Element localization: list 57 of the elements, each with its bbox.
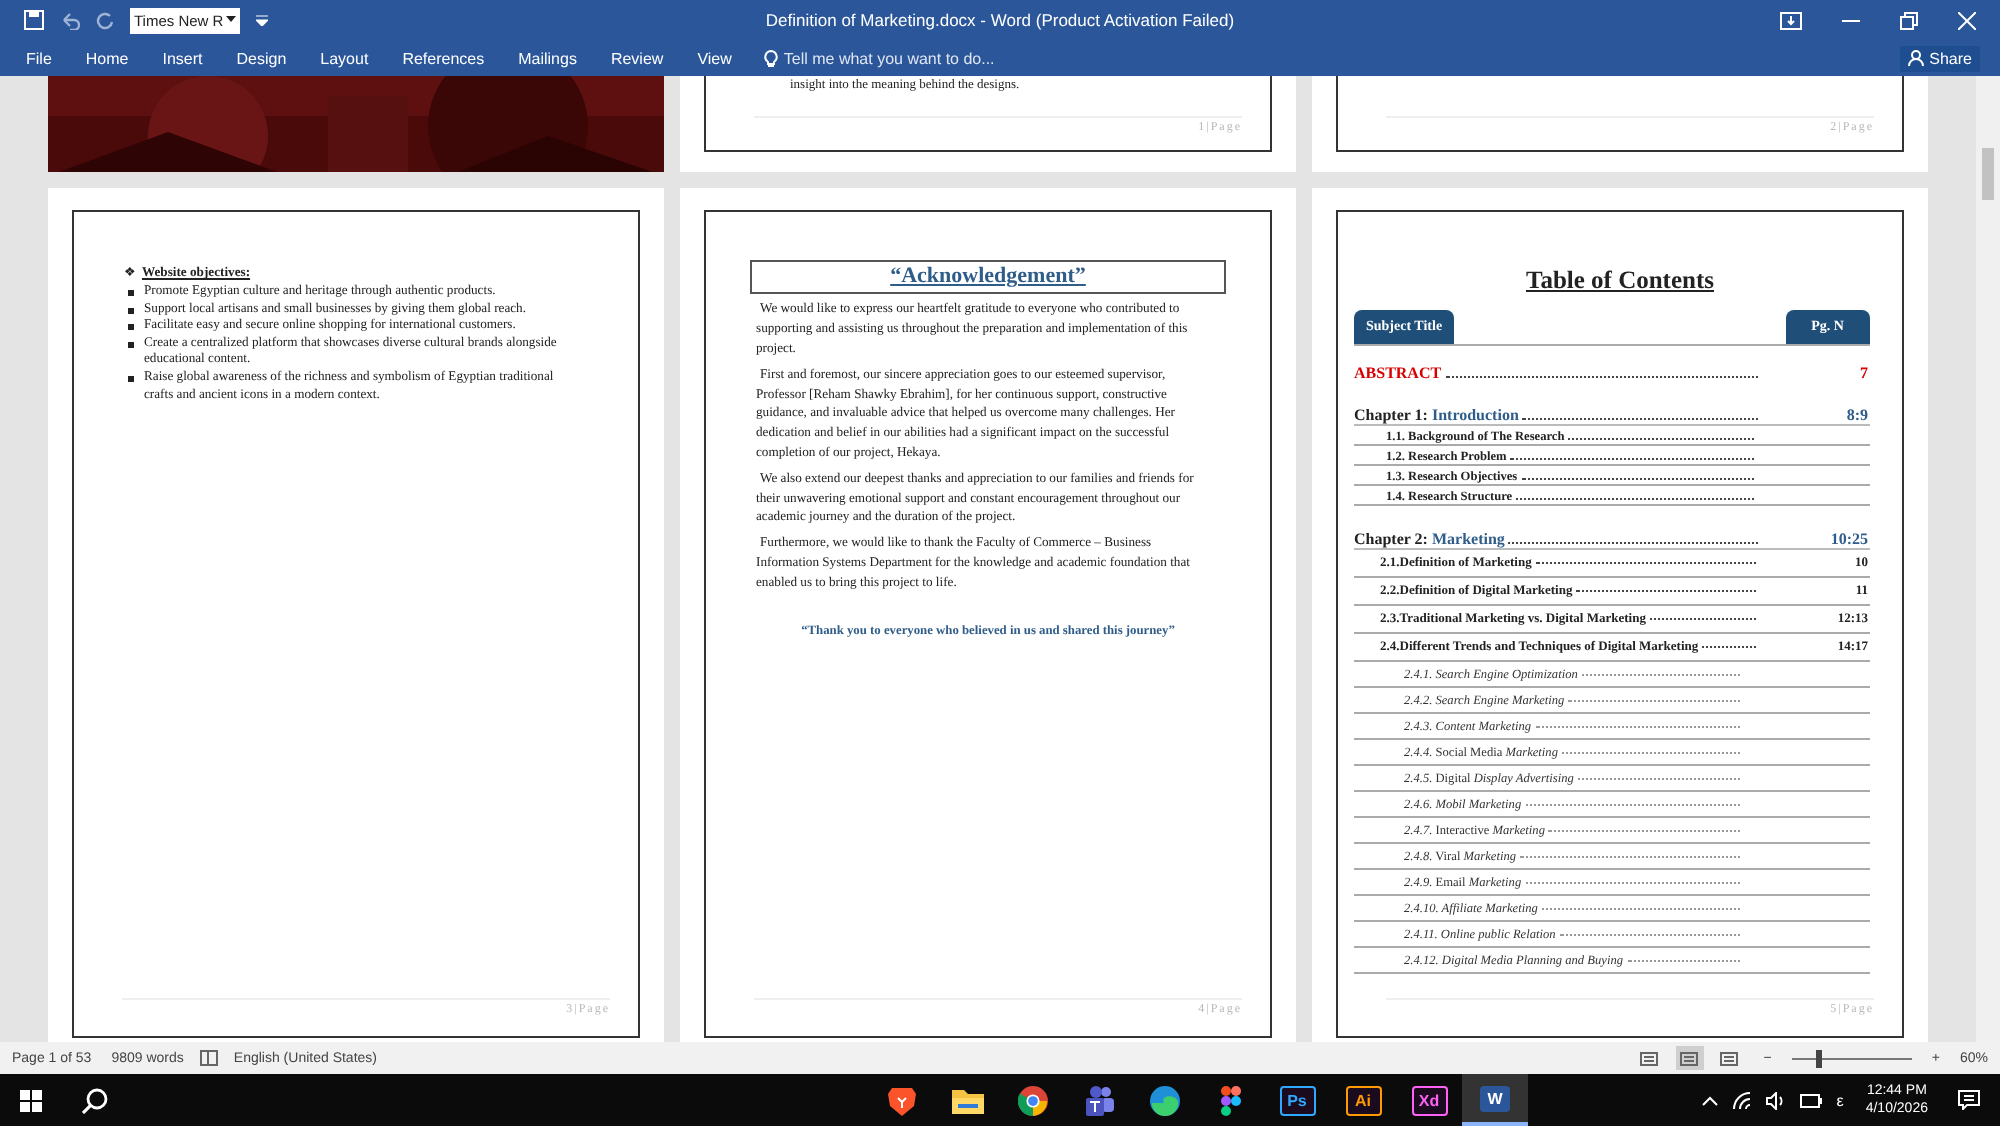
battery-icon[interactable] <box>1800 1093 1823 1107</box>
page-number: 10:25 <box>1830 530 1870 549</box>
restore-icon[interactable] <box>1900 11 1918 29</box>
search-icon[interactable] <box>82 1087 108 1113</box>
toc-entry[interactable]: Chapter 1: Introduction <box>1354 406 1519 425</box>
person-icon <box>1907 50 1924 66</box>
window-title: Definition of Marketing.docx - Word (Product Activation Failed) <box>763 10 1237 30</box>
scrollbar[interactable] <box>1976 76 2000 1042</box>
app-icon[interactable]: Ps <box>1279 1085 1315 1115</box>
heading: Table of Contents <box>1526 266 1714 295</box>
view-button[interactable] <box>1675 1046 1704 1070</box>
chevron-up-icon[interactable] <box>1702 1095 1719 1105</box>
bullet-icon <box>128 290 134 297</box>
ribbon-display-icon[interactable] <box>1780 11 1802 29</box>
view-button[interactable] <box>1715 1046 1744 1070</box>
dot-leader <box>1649 618 1756 621</box>
app-icon[interactable]: Ai <box>1345 1085 1381 1115</box>
app-icon[interactable]: Xd <box>1411 1085 1447 1115</box>
bullet-icon <box>128 341 134 348</box>
notification-icon[interactable] <box>1958 1090 1980 1110</box>
ribbon-tab[interactable]: Mailings <box>516 45 579 71</box>
minimize-icon[interactable] <box>1842 19 1860 21</box>
page-number: 7 <box>1860 364 1870 383</box>
ribbon-tab[interactable]: Insert <box>160 45 205 71</box>
ribbon-tab[interactable]: Home <box>83 45 131 71</box>
ribbon-tab[interactable]: References <box>400 45 487 71</box>
tell-me-field[interactable]: Tell me what you want to do... <box>763 49 995 67</box>
save-icon[interactable] <box>24 10 44 30</box>
wifi-icon[interactable] <box>1732 1091 1753 1109</box>
dot-leader <box>1627 959 1740 962</box>
customize-toolbar-icon[interactable] <box>256 14 268 26</box>
scrollbar-thumb[interactable] <box>1982 148 1994 200</box>
lightbulb-icon <box>763 49 778 67</box>
bullet-icon <box>128 324 134 331</box>
bullet-icon <box>128 376 134 382</box>
windows-start-icon[interactable] <box>20 1089 42 1111</box>
undo-icon[interactable] <box>60 11 80 29</box>
share-button[interactable]: Share <box>1899 45 1980 71</box>
heading: “Acknowledgement” <box>750 260 1226 295</box>
ribbon-tab[interactable]: Layout <box>318 45 371 71</box>
ribbon-tab[interactable]: Design <box>234 45 289 71</box>
toc-entry[interactable]: Chapter 2: Marketing <box>1354 530 1505 549</box>
bullet-icon <box>128 307 134 314</box>
proofing-icon[interactable] <box>199 1050 218 1066</box>
page-number: 8:9 <box>1846 406 1870 425</box>
dot-leader <box>1702 646 1756 649</box>
toc-entry[interactable]: ABSTRACT <box>1354 364 1442 383</box>
ribbon-tab[interactable]: File <box>24 45 54 71</box>
ribbon-tab[interactable]: View <box>695 45 734 71</box>
ribbon-tab[interactable]: Review <box>608 45 666 71</box>
word-icon[interactable]: W <box>1479 1085 1511 1111</box>
input-language[interactable]: ε <box>1836 1091 1844 1109</box>
redo-icon[interactable] <box>96 11 114 29</box>
volume-icon[interactable] <box>1766 1091 1787 1109</box>
close-icon[interactable] <box>1958 11 1976 29</box>
view-button[interactable] <box>1635 1046 1664 1070</box>
zoom-slider-thumb[interactable] <box>1816 1049 1823 1067</box>
